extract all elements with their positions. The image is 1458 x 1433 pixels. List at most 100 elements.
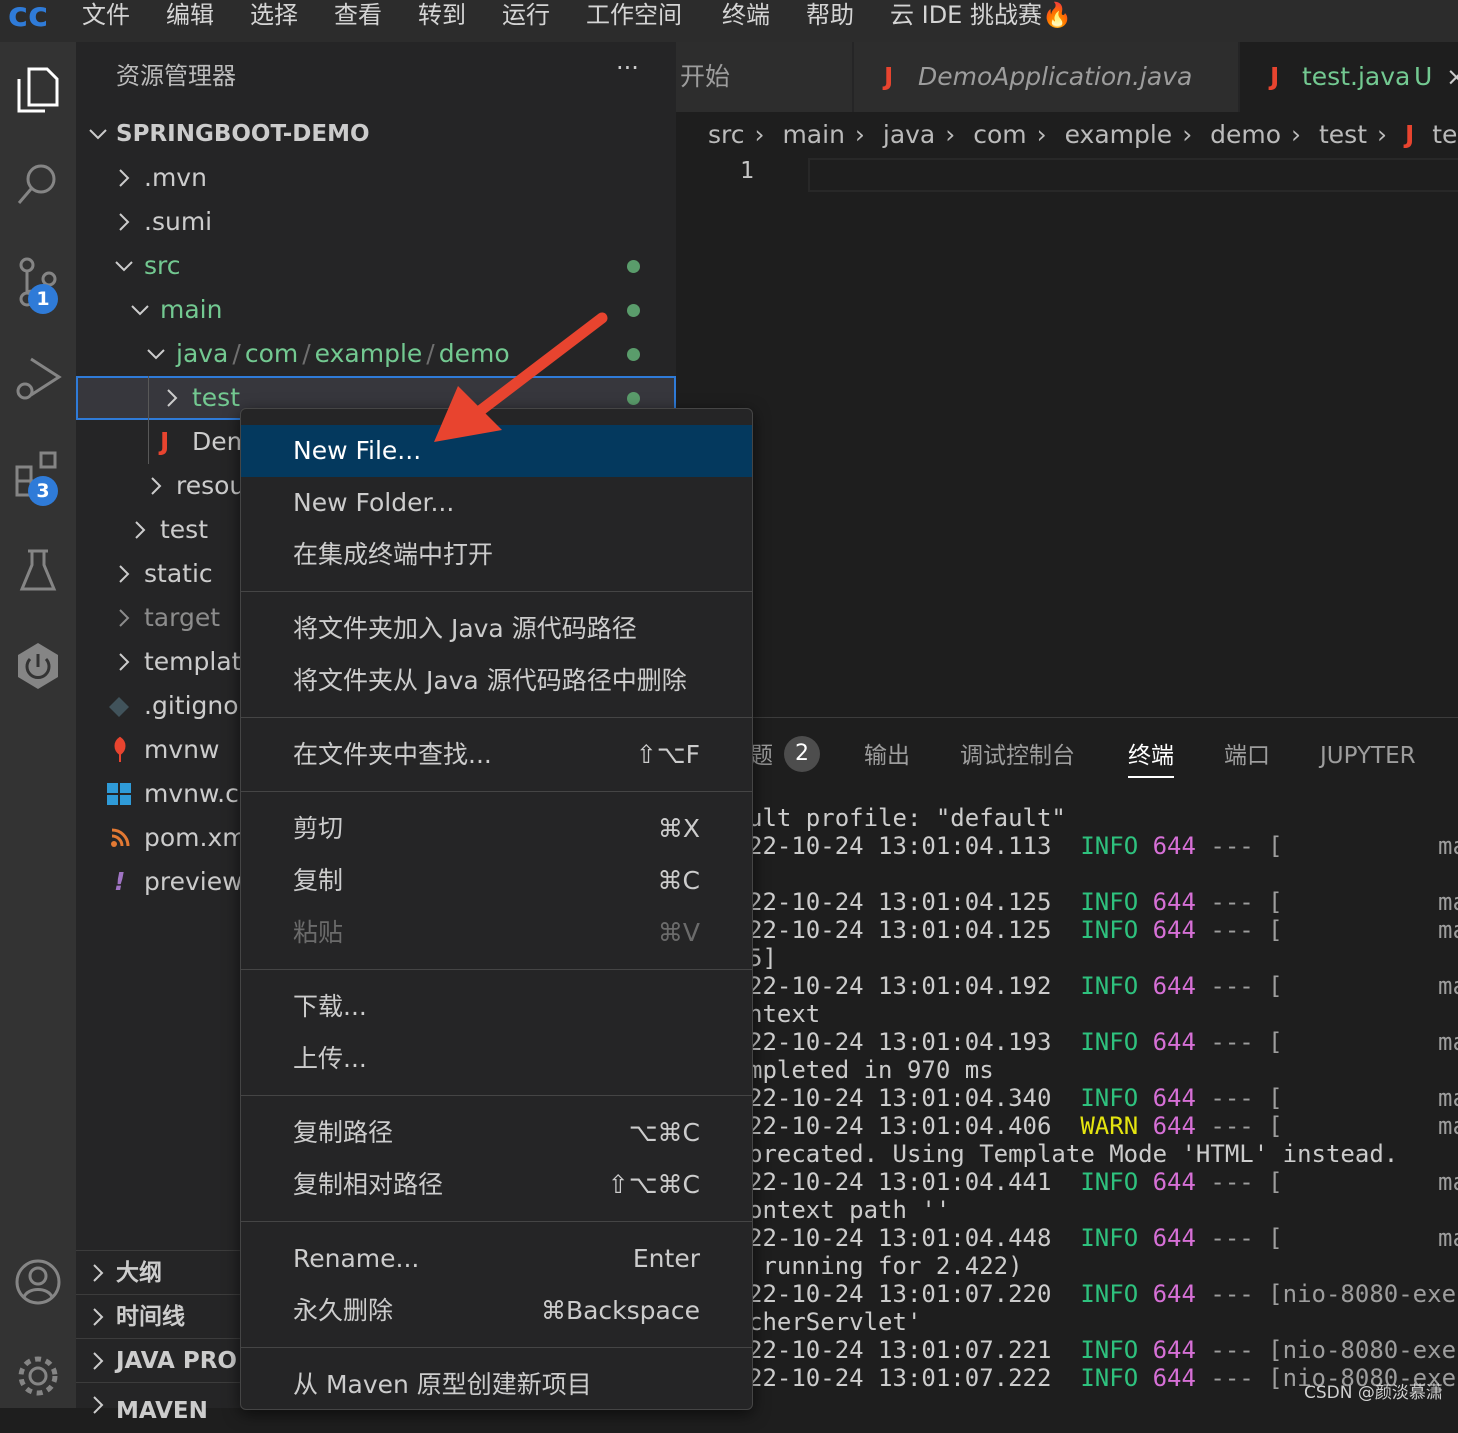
menu-separator [241,1347,752,1348]
menu-edit[interactable]: 编辑 [166,0,214,30]
project-root[interactable]: SPRINGBOOT-DEMO [76,112,676,156]
crumb-com[interactable]: com [973,120,1026,149]
log-thread: --- [ [1195,1112,1283,1140]
menu-label: 剪切 [293,814,344,843]
crumb-file[interactable]: test.ja [1432,120,1458,149]
menu-upload[interactable]: 上传... [241,1033,752,1085]
tab-debug-console[interactable]: 调试控制台 [960,736,1075,776]
tree-item-sumi[interactable]: .sumi [76,200,676,244]
menu-copy[interactable]: 复制 ⌘C [241,855,752,907]
tab-jupyter[interactable]: JUPYTER [1320,736,1416,776]
cloud-ide-logo-icon[interactable]: cc [6,0,56,30]
current-line-highlight [808,158,1458,192]
terminal-output[interactable]: ult profile: "default" 22-10-24 13:01:04.… [676,804,1458,1409]
menu-find-in-folder[interactable]: 在文件夹中查找... ⇧⌥F [241,729,752,781]
tab-test-java[interactable]: J test.java U × [1240,42,1458,112]
indent-guide [148,376,149,420]
power-activity[interactable] [0,628,76,704]
menu-rename[interactable]: Rename... Enter [241,1233,752,1285]
tab-output[interactable]: 输出 [864,736,910,776]
terminal-line: 22-10-24 13:01:04.441 INFO 644 --- [ma [748,1168,1458,1196]
menu-open-in-terminal[interactable]: 在集成终端中打开 [241,529,752,581]
run-debug-activity[interactable] [0,340,76,416]
menu-go[interactable]: 转到 [418,0,466,30]
menu-help[interactable]: 帮助 [806,0,854,30]
menu-view[interactable]: 查看 [334,0,382,30]
search-icon [17,164,56,204]
menu-maven-archetype[interactable]: 从 Maven 原型创建新项目 [241,1359,752,1409]
menu-download[interactable]: 下载... [241,981,752,1033]
crumb-test[interactable]: test [1319,120,1367,149]
crumb-example[interactable]: example [1065,120,1173,149]
terminal-line: 22-10-24 13:01:04.125 INFO 644 --- [ma [748,916,1458,944]
log-timestamp: 22-10-24 13:01:07.221 [748,1336,1081,1364]
crumb-java[interactable]: java [883,120,935,149]
menu-run[interactable]: 运行 [502,0,550,30]
java-file-icon: J [1404,120,1415,149]
search-activity[interactable] [0,146,76,222]
menu-file[interactable]: 文件 [82,0,130,30]
account-activity[interactable] [0,1244,76,1320]
settings-activity[interactable] [0,1338,76,1414]
tree-item-mvn[interactable]: .mvn [76,156,676,200]
pkg-sep: / [302,339,311,368]
tree-label: templat [144,647,242,676]
extensions-activity[interactable]: 3 [0,436,76,512]
menu-new-folder[interactable]: New Folder... [241,477,752,529]
tree-item-src[interactable]: src [76,244,676,288]
log-level: INFO [1080,1028,1139,1056]
terminal-line: 22-10-24 13:01:04.448 INFO 644 --- [ma [748,1224,1458,1252]
tab-terminal[interactable]: 终端 [1128,736,1174,778]
menu-add-java-source[interactable]: 将文件夹加入 Java 源代码路径 [241,603,752,655]
log-timestamp: 22-10-24 13:01:04.125 [748,888,1081,916]
menu-cut[interactable]: 剪切 ⌘X [241,803,752,855]
tab-ports[interactable]: 端口 [1224,736,1270,776]
pkg-com: com [244,339,299,368]
menu-paste-disabled: 粘贴 ⌘V [241,907,752,959]
annotation-arrow [434,312,608,442]
tree-label: resou [176,471,246,500]
log-logger: ma [1438,888,1458,916]
explorer-activity[interactable] [0,52,76,128]
log-level: INFO [1080,1280,1139,1308]
log-level: INFO [1080,1336,1139,1364]
menu-copy-relative-path[interactable]: 复制相对路径 ⇧⌥⌘C [241,1159,752,1211]
windows-icon [107,783,131,805]
menu-label: 在集成终端中打开 [293,540,494,569]
tree-label: .mvn [144,163,207,192]
crumb-main[interactable]: main [782,120,844,149]
tab-demo-application[interactable]: J DemoApplication.java [854,42,1238,112]
tab-welcome[interactable]: 开始 [676,42,853,112]
source-control-activity[interactable]: 1 [0,244,76,320]
close-icon[interactable]: × [1446,42,1458,112]
log-timestamp: 22-10-24 13:01:04.125 [748,916,1081,944]
log-pid: 644 [1138,1224,1196,1252]
more-actions-button[interactable]: ··· [616,54,639,82]
menu-selection[interactable]: 选择 [250,0,298,30]
section-label: JAVA PRO [116,1348,237,1374]
terminal-line: ult profile: "default" [748,804,1066,832]
menu-cloud-ide-challenge[interactable]: 云 IDE 挑战赛🔥 [890,0,1072,30]
log-logger: ma [1438,1168,1458,1196]
chevron-right-icon: › [854,120,865,149]
chevron-down-icon [115,261,133,272]
menu-terminal[interactable]: 终端 [722,0,770,30]
run-debug-icon [16,357,62,400]
chevron-down-icon [147,349,165,360]
menu-remove-java-source[interactable]: 将文件夹从 Java 源代码路径中删除 [241,655,752,707]
menu-shortcut: ⌘V [657,918,700,947]
menu-copy-path[interactable]: 复制路径 ⌥⌘C [241,1107,752,1159]
crumb-src[interactable]: src [708,120,745,149]
chevron-right-icon [93,1308,104,1326]
crumb-demo[interactable]: demo [1210,120,1281,149]
tab-problems[interactable]: 题 [750,736,773,776]
menu-label: 粘贴 [293,918,344,947]
menu-workspace[interactable]: 工作空间 [586,0,682,30]
menu-shortcut: ⇧⌥F [635,740,700,769]
editor-area[interactable]: src › main › java › com › example › demo › tes… [676,112,1458,717]
menu-delete-permanently[interactable]: 永久删除 ⌘Backspace [241,1285,752,1337]
tab-label: test.java [1302,62,1411,91]
log-level: INFO [1080,1364,1139,1392]
tab-label: DemoApplication.java [918,62,1193,91]
testing-activity[interactable] [0,532,76,608]
